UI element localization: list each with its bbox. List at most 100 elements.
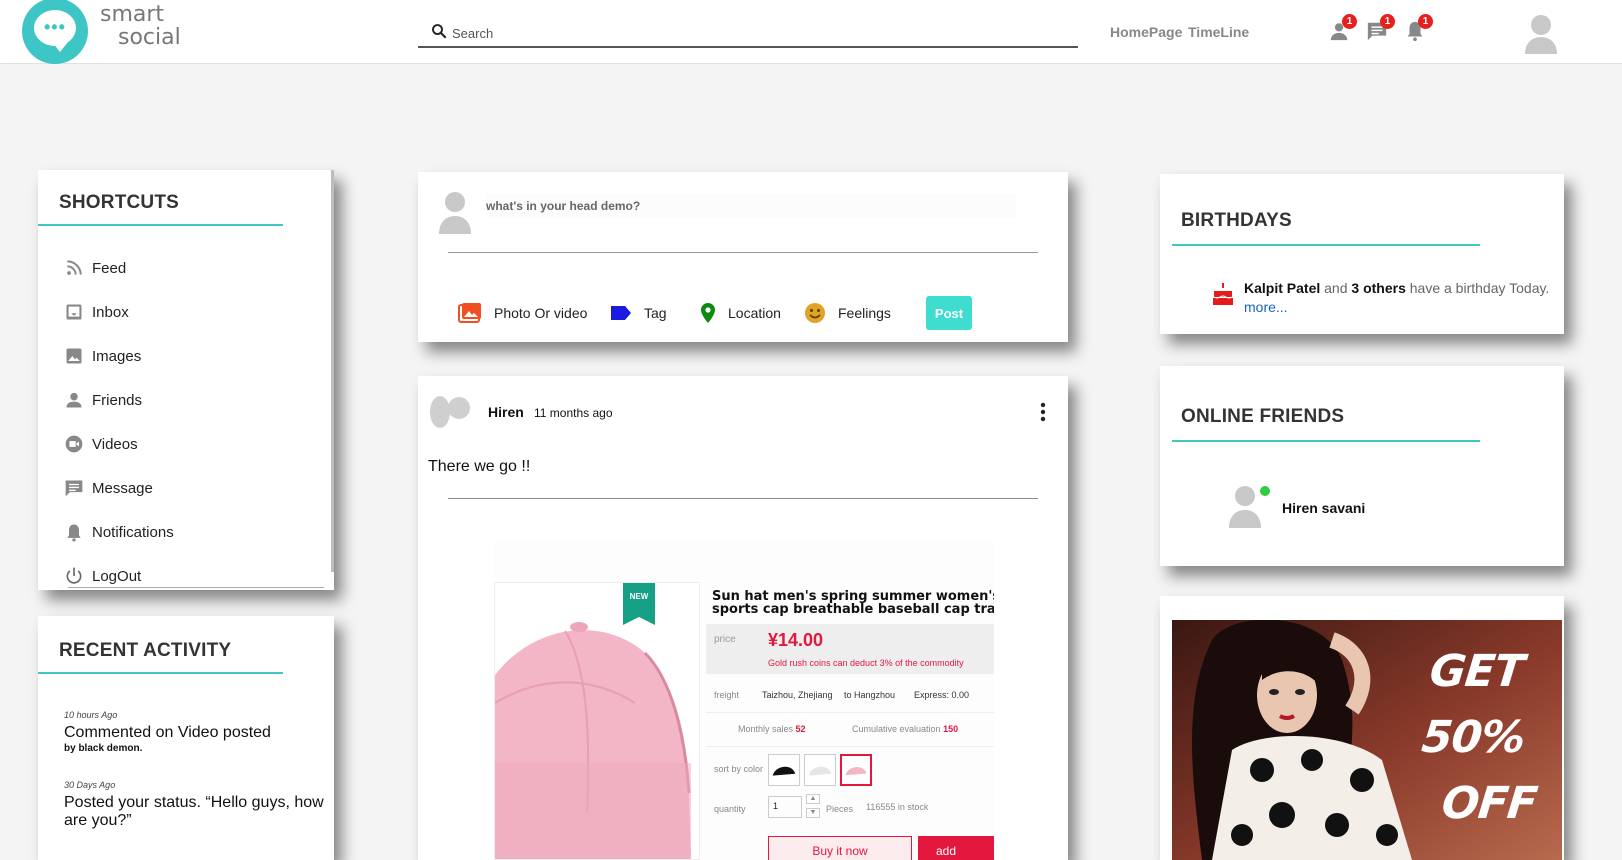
add-to-cart-image-button: add <box>918 836 994 860</box>
video-icon <box>65 435 83 453</box>
brand-name-line1: smart <box>100 2 165 27</box>
search-icon <box>432 24 447 39</box>
price-label: price <box>714 634 736 645</box>
author-avatar-icon[interactable] <box>428 394 474 430</box>
bell-icon <box>67 524 81 542</box>
shortcut-label: Videos <box>92 435 138 453</box>
pieces-label: Pieces <box>826 804 854 814</box>
divider <box>448 252 1038 253</box>
recent-activity-title: RECENT ACTIVITY <box>59 640 232 661</box>
freight-label: freight <box>714 690 740 700</box>
tag-icon <box>611 306 631 320</box>
friend-name[interactable]: Hiren savani <box>1282 500 1365 516</box>
stock-label: 116555 in stock <box>866 802 929 812</box>
search-input[interactable] <box>452 22 1052 44</box>
activity-time: 10 hours Ago <box>64 710 118 720</box>
top-navbar: ••• smart social HomePage TimeLine 1 1 1 <box>0 0 1622 64</box>
tag-button[interactable]: Tag <box>610 300 667 326</box>
activity-text: Commented on Video posted <box>64 724 271 741</box>
more-birthdays-link[interactable]: more... <box>1244 299 1288 315</box>
shortcuts-card: SHORTCUTS Feed Inbox Images Friends Vide… <box>38 170 334 590</box>
shortcut-label: Images <box>92 347 142 365</box>
birthdays-title: BIRTHDAYS <box>1181 210 1292 231</box>
feed-post: Hiren 11 months ago There we go !! NEW S… <box>418 376 1068 860</box>
post-image[interactable]: NEW Sun hat men's spring summer women's … <box>494 542 994 860</box>
activity-time: 30 Days Ago <box>64 780 116 790</box>
shortcut-feed[interactable]: Feed <box>64 255 126 281</box>
shortcut-friends[interactable]: Friends <box>64 387 142 413</box>
shortcut-label: Friends <box>92 391 143 409</box>
ad-text-line1: GET <box>1427 646 1526 697</box>
action-label: Photo Or video <box>494 305 588 321</box>
activity-author: by black demon. <box>64 743 143 754</box>
post-timestamp: 11 months ago <box>534 406 613 420</box>
nav-homepage-link[interactable]: HomePage <box>1110 24 1182 40</box>
ad-text-line3: OFF <box>1439 778 1540 829</box>
notification-badge: 1 <box>1418 14 1433 29</box>
shortcut-message[interactable]: Message <box>64 475 153 501</box>
location-button[interactable]: Location <box>700 300 781 326</box>
divider <box>706 712 994 713</box>
ad-text-line2: 50% <box>1419 712 1528 763</box>
alerts-button[interactable]: 1 <box>1404 14 1433 44</box>
title-underline <box>38 224 283 226</box>
post-author[interactable]: Hiren <box>488 404 524 420</box>
product-photo: NEW <box>494 582 700 860</box>
user-avatar-icon <box>439 192 471 234</box>
online-status-dot <box>1260 486 1270 496</box>
messages-button[interactable]: 1 <box>1366 14 1395 44</box>
photo-video-button[interactable]: Photo Or video <box>458 300 587 326</box>
birthday-person: Kalpit Patel <box>1244 280 1321 296</box>
title-underline <box>38 672 283 674</box>
increment-icon: ▲ <box>806 794 820 804</box>
activity-text: Posted your status. “Hello guys, how are… <box>64 794 324 829</box>
birthday-text: Kalpit Patel and 3 others have a birthda… <box>1244 280 1550 296</box>
post-text: There we go !! <box>428 458 531 475</box>
price-note: Gold rush coins can deduct 3% of the com… <box>768 658 964 668</box>
price-value: ¥14.00 <box>768 630 824 650</box>
message-icon <box>65 480 83 497</box>
shortcut-images[interactable]: Images <box>64 343 141 369</box>
user-avatar-icon[interactable] <box>1524 14 1558 54</box>
buy-now-image-button: Buy it now <box>768 836 912 860</box>
product-title: Sun hat men's spring summer women's p sp… <box>712 589 994 617</box>
brand-name-line2: social <box>118 25 181 50</box>
title-underline <box>1172 244 1480 246</box>
shortcut-label: Message <box>92 479 153 497</box>
title-underline <box>1172 440 1480 442</box>
advertisement-card: GET 50% OFF <box>1160 596 1564 860</box>
post-button[interactable]: Post <box>926 296 972 330</box>
friend-avatar-icon[interactable] <box>1228 484 1262 528</box>
shortcut-label: Inbox <box>92 303 129 321</box>
logo-icon[interactable]: ••• <box>22 0 88 64</box>
color-swatch-white <box>804 754 836 786</box>
birthday-cake-icon <box>1213 283 1233 305</box>
new-badge: NEW <box>623 583 655 625</box>
shortcut-label: Feed <box>92 259 127 277</box>
ad-banner[interactable]: GET 50% OFF <box>1172 620 1562 860</box>
express-cost: Express: 0.00 <box>914 690 970 700</box>
smiley-icon <box>805 303 825 323</box>
decrement-icon: ▼ <box>806 808 820 818</box>
shortcut-videos[interactable]: Videos <box>64 431 138 457</box>
action-label: Location <box>728 305 781 321</box>
location-icon <box>701 303 715 323</box>
color-label: sort by color <box>714 764 764 774</box>
nav-timeline-link[interactable]: TimeLine <box>1188 24 1249 40</box>
shortcuts-title: SHORTCUTS <box>59 192 180 213</box>
birthdays-card: BIRTHDAYS Kalpit Patel and 3 others have… <box>1160 174 1564 334</box>
shortcut-notifications[interactable]: Notifications <box>64 519 174 545</box>
shortcut-inbox[interactable]: Inbox <box>64 299 129 325</box>
scrollbar[interactable] <box>331 170 334 572</box>
freight-from: Taizhou, Zhejiang <box>762 690 833 700</box>
quantity-value: 1 <box>768 796 802 818</box>
notification-badge: 1 <box>1342 14 1357 29</box>
friend-requests-button[interactable]: 1 <box>1328 14 1357 44</box>
photo-icon <box>458 303 481 323</box>
person-icon <box>66 392 82 408</box>
more-options-icon[interactable] <box>1040 402 1046 422</box>
feelings-button[interactable]: Feelings <box>804 300 891 326</box>
online-friends-card: ONLINE FRIENDS Hiren savani <box>1160 366 1564 566</box>
shortcut-logout[interactable]: LogOut <box>64 563 141 589</box>
status-input[interactable] <box>486 194 1016 218</box>
